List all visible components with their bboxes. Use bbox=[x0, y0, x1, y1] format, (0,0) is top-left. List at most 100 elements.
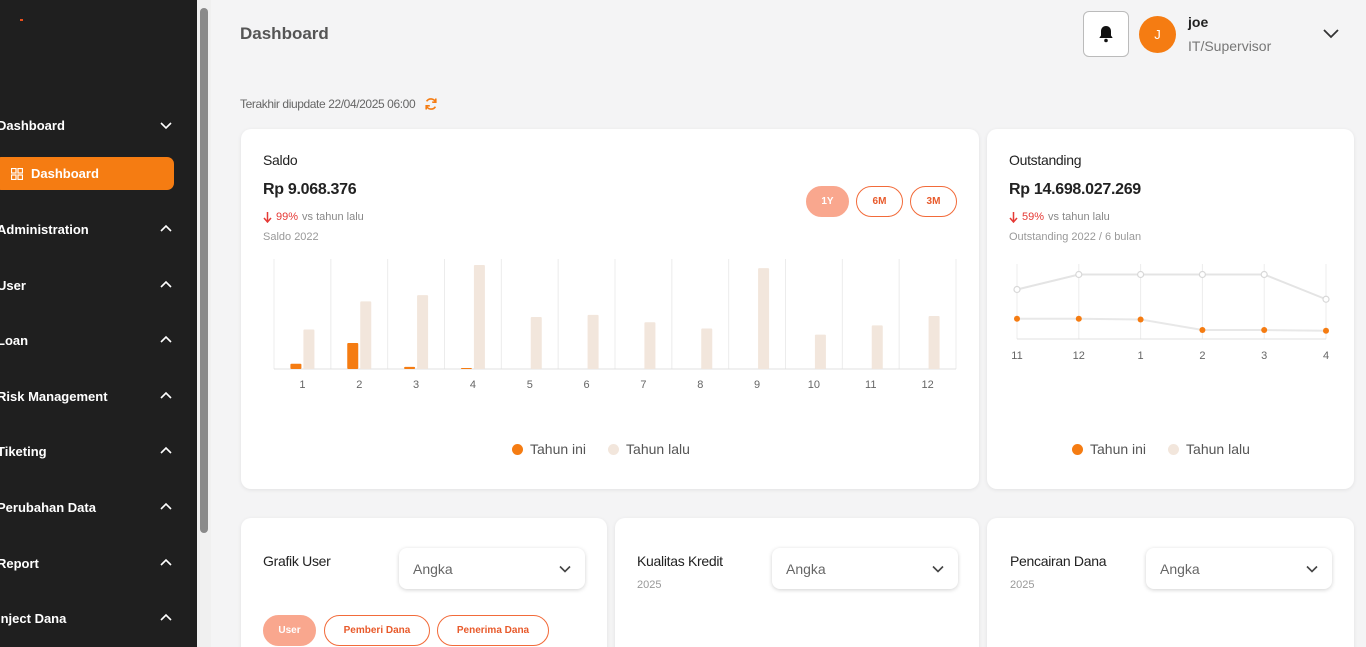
sidebar-group-label: Loan bbox=[0, 332, 29, 348]
sidebar-group-label: Tiketing bbox=[0, 443, 47, 459]
series-line-tahun-ini bbox=[1017, 317, 1327, 332]
bar-tahun-lalu bbox=[928, 315, 940, 369]
last-updated-text: Terakhir diupdate 22/04/2025 06:00 bbox=[240, 97, 416, 111]
x-tick-label: 2 bbox=[1199, 350, 1205, 362]
bell-icon bbox=[1099, 26, 1113, 43]
sidebar-item-dashboard[interactable]: Dashboard bbox=[0, 157, 174, 190]
sidebar-group-label: Report bbox=[0, 555, 39, 571]
point-tahun-ini bbox=[1323, 327, 1329, 334]
bar-tahun-lalu bbox=[871, 325, 883, 369]
bar-tahun-lalu bbox=[530, 317, 542, 369]
point-tahun-lalu bbox=[1075, 270, 1083, 279]
legend-label: Tahun ini bbox=[530, 441, 587, 457]
outstanding-delta-text: vs tahun lalu bbox=[1048, 211, 1110, 223]
chevron-up-icon bbox=[160, 224, 172, 232]
refresh-icon[interactable] bbox=[424, 97, 438, 111]
x-tick-label: 10 bbox=[808, 379, 820, 391]
sidebar-group-dashboard[interactable]: Dashboard bbox=[0, 113, 197, 137]
bar-tahun-ini bbox=[460, 367, 472, 369]
sidebar-item-label: Dashboard bbox=[31, 166, 99, 181]
x-tick-label: 6 bbox=[584, 379, 590, 391]
sidebar: Dashboard Administration User Loan Risk Mana… bbox=[0, 0, 197, 647]
arrow-down-icon bbox=[263, 211, 272, 223]
tab-penerima-dana[interactable]: Penerima Dana bbox=[437, 615, 549, 646]
legend-this-year[interactable]: Tahun ini bbox=[1072, 441, 1146, 457]
saldo-amount: Rp 9.068.376 bbox=[263, 181, 357, 198]
point-tahun-lalu bbox=[1198, 270, 1206, 279]
chevron-up-icon bbox=[160, 391, 172, 399]
kualitas-kredit-title: Kualitas Kredit bbox=[637, 553, 723, 569]
sidebar-group-risk-management[interactable]: Risk Management bbox=[0, 384, 197, 408]
sidebar-group-user[interactable]: User bbox=[0, 273, 197, 297]
tab-pemberi-dana[interactable]: Pemberi Dana bbox=[324, 615, 430, 646]
bar-tahun-lalu bbox=[814, 334, 826, 369]
last-updated: Terakhir diupdate 22/04/2025 06:00 bbox=[240, 97, 438, 111]
scrollbar-thumb[interactable] bbox=[200, 8, 208, 533]
chevron-up-icon bbox=[160, 502, 172, 510]
outstanding-amount: Rp 14.698.027.269 bbox=[1009, 181, 1141, 198]
grid-icon bbox=[11, 167, 23, 180]
outstanding-delta: 59% vs tahun lalu bbox=[1009, 211, 1110, 223]
chevron-up-icon bbox=[160, 446, 172, 454]
bar-tahun-lalu bbox=[417, 295, 429, 369]
select-value: Angka bbox=[1160, 560, 1200, 577]
avatar[interactable]: J bbox=[1139, 16, 1176, 53]
range-3m-button[interactable]: 3M bbox=[910, 186, 957, 217]
select-value: Angka bbox=[413, 560, 453, 577]
bar-tahun-lalu bbox=[758, 268, 770, 369]
x-tick-label: 7 bbox=[640, 379, 646, 391]
saldo-delta-text: vs tahun lalu bbox=[302, 211, 364, 223]
sidebar-group-loan[interactable]: Loan bbox=[0, 328, 197, 352]
select-value: Angka bbox=[786, 560, 826, 577]
x-tick-label: 12 bbox=[1073, 350, 1085, 362]
legend-label: Tahun lalu bbox=[1186, 441, 1250, 457]
outstanding-title: Outstanding bbox=[1009, 152, 1082, 168]
point-tahun-lalu bbox=[1137, 270, 1145, 279]
chevron-down-icon bbox=[160, 122, 172, 130]
sidebar-group-tiketing[interactable]: Tiketing bbox=[0, 439, 197, 463]
legend-last-year[interactable]: Tahun lalu bbox=[608, 441, 690, 457]
kualitas-kredit-card: Kualitas Kredit 2025 Angka bbox=[615, 518, 979, 647]
bar-tahun-lalu bbox=[360, 301, 372, 369]
outstanding-card: Outstanding Rp 14.698.027.269 59% vs tah… bbox=[987, 129, 1354, 489]
chevron-down-icon[interactable] bbox=[1322, 26, 1340, 40]
kualitas-kredit-year: 2025 bbox=[637, 579, 662, 591]
outstanding-legend: Tahun ini Tahun lalu bbox=[1072, 441, 1272, 457]
x-tick-label: 1 bbox=[299, 379, 305, 391]
x-tick-label: 8 bbox=[697, 379, 703, 391]
sidebar-group-report[interactable]: Report bbox=[0, 551, 197, 575]
x-tick-label: 5 bbox=[527, 379, 533, 391]
x-tick-label: 9 bbox=[754, 379, 760, 391]
pencairan-dana-select[interactable]: Angka bbox=[1146, 548, 1332, 589]
bar-tahun-lalu bbox=[701, 328, 713, 369]
legend-this-year[interactable]: Tahun ini bbox=[512, 441, 586, 457]
x-tick-label: 4 bbox=[470, 379, 476, 391]
logo bbox=[20, 19, 23, 21]
sidebar-group-inject-dana[interactable]: Inject Dana bbox=[0, 606, 197, 630]
x-tick-label: 1 bbox=[1138, 350, 1144, 362]
pencairan-dana-title: Pencairan Dana bbox=[1010, 553, 1107, 569]
bar-tahun-lalu bbox=[587, 314, 599, 369]
sidebar-group-perubahan-data[interactable]: Perubahan Data bbox=[0, 495, 197, 519]
kualitas-kredit-select[interactable]: Angka bbox=[772, 548, 958, 589]
range-6m-button[interactable]: 6M bbox=[856, 186, 903, 217]
legend-label: Tahun lalu bbox=[626, 441, 690, 457]
point-tahun-lalu bbox=[1260, 270, 1268, 279]
user-role: IT/Supervisor bbox=[1188, 38, 1272, 54]
legend-dot bbox=[1072, 443, 1083, 455]
grafik-user-select[interactable]: Angka bbox=[399, 548, 585, 589]
user-name: joe bbox=[1188, 14, 1209, 30]
range-1y-button[interactable]: 1Y bbox=[806, 186, 849, 217]
outstanding-subtitle: Outstanding 2022 / 6 bulan bbox=[1009, 231, 1142, 243]
notification-button[interactable] bbox=[1083, 11, 1129, 57]
saldo-card: Saldo Rp 9.068.376 99% vs tahun lalu Sal… bbox=[241, 129, 979, 489]
tab-user[interactable]: User bbox=[263, 615, 316, 646]
point-tahun-ini bbox=[1137, 316, 1144, 323]
legend-last-year[interactable]: Tahun lalu bbox=[1168, 441, 1250, 457]
sidebar-group-label: User bbox=[0, 277, 26, 293]
x-tick-label: 11 bbox=[1011, 350, 1022, 362]
arrow-down-icon bbox=[1009, 211, 1018, 223]
sidebar-group-administration[interactable]: Administration bbox=[0, 217, 197, 241]
legend-dot bbox=[608, 443, 620, 455]
sidebar-group-label: Inject Dana bbox=[0, 610, 67, 626]
